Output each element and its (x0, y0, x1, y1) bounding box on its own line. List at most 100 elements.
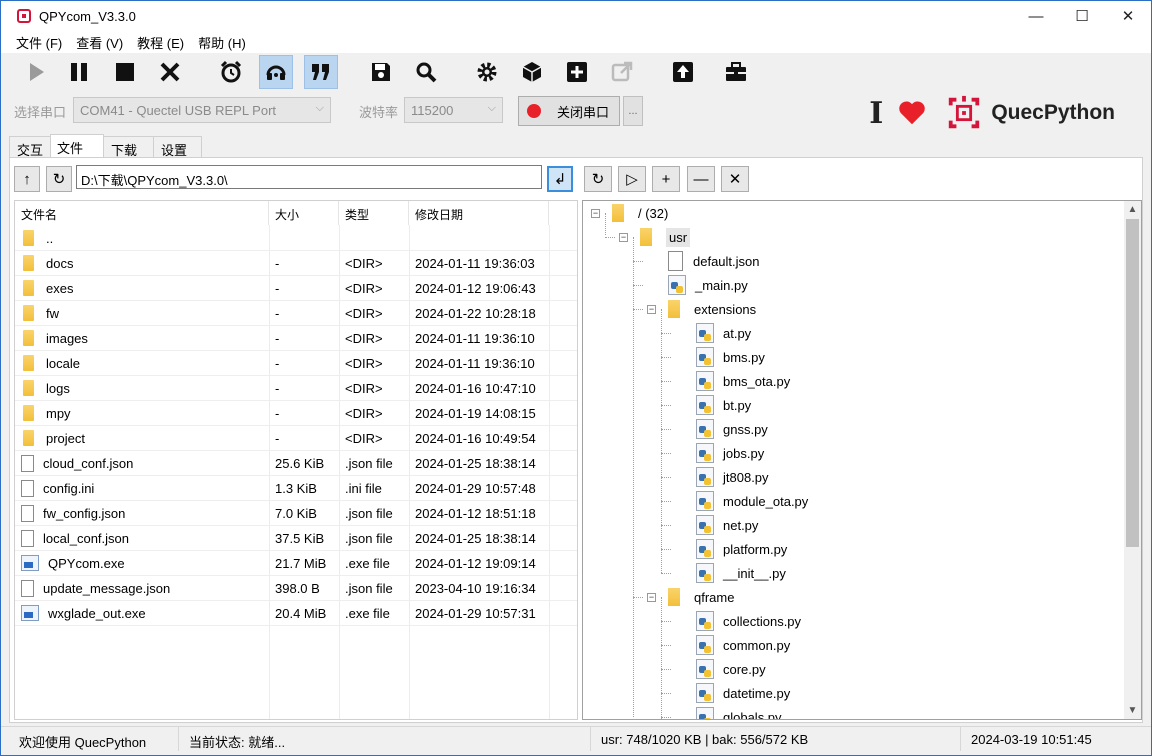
tree-node[interactable]: platform.py (675, 538, 787, 560)
tree-node[interactable]: bt.py (675, 394, 751, 416)
file-row[interactable]: local_conf.json 37.5 KiB .json file 2024-01… (15, 526, 577, 551)
open-external-button[interactable] (605, 55, 639, 89)
tree-scrollbar[interactable]: ▲ ▼ (1124, 201, 1141, 719)
tab-files[interactable]: 文件 (50, 134, 105, 158)
tree-node[interactable]: common.py (675, 634, 790, 656)
file-row[interactable]: exes - <DIR> 2024-01-12 19:06:43 (15, 276, 577, 301)
refresh-local-button[interactable]: ↻ (46, 166, 72, 192)
tree-node[interactable]: globals.py (675, 706, 782, 719)
add-button[interactable] (560, 55, 594, 89)
tab-settings[interactable]: 设置 (153, 136, 203, 158)
collapse-toggle-icon[interactable]: − (647, 592, 656, 602)
collapse-toggle-icon[interactable]: − (591, 208, 600, 218)
file-row[interactable]: QPYcom.exe 21.7 MiB .exe file 2024-01-12 19… (15, 551, 577, 576)
more-options-button[interactable]: ... (623, 96, 643, 126)
tree-node[interactable]: − extensions (647, 298, 756, 320)
tab-download[interactable]: 下载 (103, 136, 155, 158)
tab-interact[interactable]: 交互 (9, 136, 52, 158)
tree-node[interactable]: bms_ota.py (675, 370, 790, 392)
tree-node[interactable]: jt808.py (675, 466, 769, 488)
support-button[interactable] (259, 55, 293, 89)
add-file-button[interactable]: + (652, 166, 680, 192)
file-row[interactable]: fw - <DIR> 2024-01-22 10:28:18 (15, 301, 577, 326)
port-select[interactable]: COM41 - Quectel USB REPL Port ⌵ (73, 97, 331, 123)
save-button[interactable] (364, 55, 398, 89)
tree-node[interactable]: − usr (619, 226, 691, 248)
local-path-input[interactable]: D:\下载\QPYcom_V3.3.0\ (76, 165, 542, 189)
remove-file-button[interactable]: — (687, 166, 715, 192)
upload-button[interactable] (666, 55, 700, 89)
scroll-down-icon[interactable]: ▼ (1124, 702, 1141, 719)
tree-node[interactable]: bms.py (675, 346, 765, 368)
tree-node[interactable]: core.py (675, 658, 766, 680)
collapse-toggle-icon[interactable]: − (619, 232, 628, 242)
column-type[interactable]: 类型 (339, 201, 409, 225)
stop-button[interactable] (108, 55, 142, 89)
refresh-device-button[interactable]: ↻ (584, 166, 612, 192)
file-date: 2024-01-16 10:47:10 (415, 380, 536, 396)
tree-node[interactable]: module_ota.py (675, 490, 808, 512)
maximize-button[interactable]: ☐ (1059, 1, 1105, 31)
column-date[interactable]: 修改日期 (409, 201, 549, 225)
cancel-button[interactable] (153, 55, 187, 89)
file-size: - (275, 280, 280, 296)
toolbox-button[interactable] (719, 55, 753, 89)
minimize-button[interactable]: — (1013, 1, 1059, 31)
tree-node[interactable]: jobs.py (675, 442, 764, 464)
menu-tutorial[interactable]: 教程 (E) (130, 33, 191, 52)
timer-button[interactable] (214, 55, 248, 89)
tree-node[interactable]: net.py (675, 514, 758, 536)
file-row[interactable]: .. (15, 226, 577, 251)
file-row[interactable]: images - <DIR> 2024-01-11 19:36:10 (15, 326, 577, 351)
close-window-button[interactable]: ✕ (1105, 1, 1151, 31)
file-row[interactable]: project - <DIR> 2024-01-16 10:49:54 (15, 426, 577, 451)
run-script-button[interactable]: ▷ (618, 166, 646, 192)
upload-icon (673, 62, 693, 82)
settings-button[interactable] (470, 55, 504, 89)
search-button[interactable] (409, 55, 443, 89)
scroll-up-icon[interactable]: ▲ (1124, 201, 1141, 218)
tree-node[interactable]: default.json (647, 250, 760, 272)
status-bar: 欢迎使用 QuecPython 当前状态: 就绪... usr: 748/102… (1, 726, 1151, 751)
file-row[interactable]: cloud_conf.json 25.6 KiB .json file 2024-01… (15, 451, 577, 476)
file-row[interactable]: locale - <DIR> 2024-01-11 19:36:10 (15, 351, 577, 376)
column-size[interactable]: 大小 (269, 201, 339, 225)
tree-node[interactable]: − / (32) (591, 202, 668, 224)
menu-help[interactable]: 帮助 (H) (191, 33, 253, 52)
file-row[interactable]: wxglade_out.exe 20.4 MiB .exe file 2024-01-… (15, 601, 577, 626)
file-size: - (275, 405, 280, 421)
file-row[interactable]: mpy - <DIR> 2024-01-19 14:08:15 (15, 401, 577, 426)
tree-node[interactable]: _main.py (647, 274, 748, 296)
file-row[interactable]: logs - <DIR> 2024-01-16 10:47:10 (15, 376, 577, 401)
tree-node[interactable]: at.py (675, 322, 751, 344)
file-date: 2024-01-12 19:06:43 (415, 280, 536, 296)
pause-button[interactable] (62, 55, 96, 89)
go-path-button[interactable]: ↲ (547, 166, 573, 192)
up-dir-button[interactable]: ↑ (14, 166, 40, 192)
menu-view[interactable]: 查看 (V) (69, 33, 130, 52)
tree-node[interactable]: datetime.py (675, 682, 790, 704)
tree-node[interactable]: − qframe (647, 586, 734, 608)
tree-node[interactable]: gnss.py (675, 418, 768, 440)
column-name[interactable]: 文件名 (15, 201, 269, 225)
run-button[interactable] (19, 55, 53, 89)
chevron-down-icon: ⌵ (315, 102, 324, 114)
quote-button[interactable] (304, 55, 338, 89)
tree-node-label: module_ota.py (723, 493, 809, 509)
delete-file-button[interactable]: ✕ (721, 166, 749, 192)
file-row[interactable]: fw_config.json 7.0 KiB .json file 2024-01-1… (15, 501, 577, 526)
menu-file[interactable]: 文件 (F) (9, 33, 69, 52)
scroll-thumb[interactable] (1126, 219, 1139, 547)
tree-node[interactable]: collections.py (675, 610, 801, 632)
baud-select[interactable]: 115200 ⌵ (404, 97, 503, 123)
gear-icon (477, 62, 497, 82)
file-row[interactable]: docs - <DIR> 2024-01-11 19:36:03 (15, 251, 577, 276)
tree-node[interactable]: __init__.py (675, 562, 786, 584)
close-port-button[interactable]: 关闭串口 (518, 96, 620, 126)
file-row[interactable]: update_message.json 398.0 B .json file 2023… (15, 576, 577, 601)
arrow-up-icon: ↑ (23, 170, 31, 188)
package-button[interactable] (515, 55, 549, 89)
file-row[interactable]: config.ini 1.3 KiB .ini file 2024-01-29 10:… (15, 476, 577, 501)
file-type: <DIR> (345, 255, 383, 271)
collapse-toggle-icon[interactable]: − (647, 304, 656, 314)
